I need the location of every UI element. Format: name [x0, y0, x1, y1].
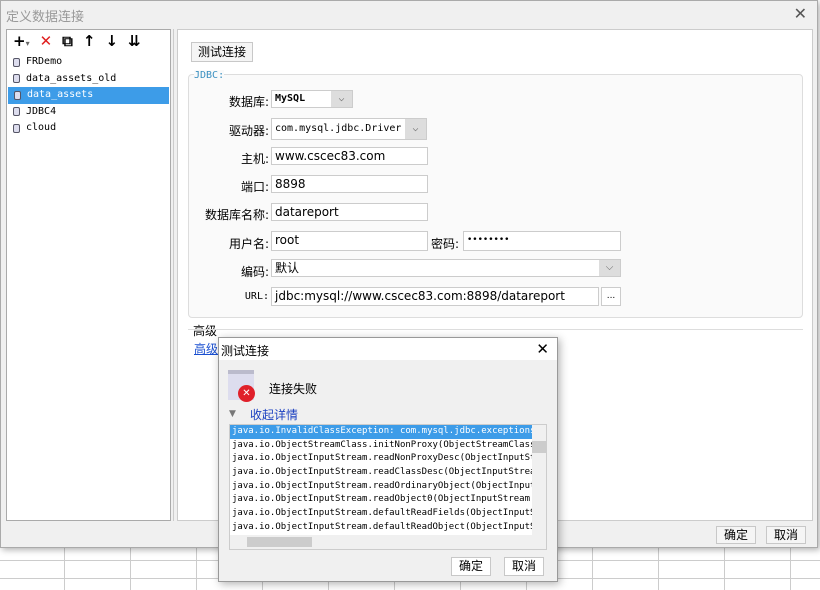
password-input[interactable]: ••••••••: [463, 231, 621, 251]
error-message: 连接失败: [269, 382, 318, 396]
close-icon[interactable]: ✕: [536, 340, 549, 358]
trace-line[interactable]: java.io.ObjectInputStream.defaultReadObj…: [230, 521, 533, 535]
advanced-title: 高级: [193, 324, 218, 338]
chevron-down-icon: ⌵: [405, 119, 426, 139]
add-icon[interactable]: +▾: [13, 32, 30, 50]
chevron-down-icon: ⌵: [599, 260, 620, 276]
list-item[interactable]: cloud: [7, 120, 170, 137]
encoding-select[interactable]: 默认 ⌵: [271, 259, 621, 277]
close-icon[interactable]: ✕: [794, 4, 807, 23]
divider: [188, 329, 803, 330]
sort-icon[interactable]: ⇊: [128, 32, 141, 50]
group-title: JDBC:: [194, 70, 225, 81]
database-icon: [13, 107, 20, 117]
delete-icon[interactable]: ✕: [40, 32, 53, 50]
copy-icon[interactable]: ⧉: [62, 32, 73, 50]
host-label: 主机:: [240, 152, 269, 166]
chevron-down-icon: ⌵: [331, 91, 352, 107]
database-icon: [13, 123, 20, 133]
username-label: 用户名:: [228, 237, 269, 251]
item-label: FRDemo: [26, 56, 63, 67]
encoding-label: 编码:: [240, 265, 269, 279]
trace-line[interactable]: java.io.ObjectStreamClass.initNonProxy(O…: [230, 439, 533, 453]
dialog-ok-button[interactable]: 确定: [451, 557, 491, 576]
trace-line[interactable]: java.io.ObjectInputStream.readOrdinaryOb…: [230, 480, 533, 494]
driver-select[interactable]: com.mysql.jdbc.Driver ⌵: [271, 118, 427, 140]
port-label: 端口:: [240, 180, 269, 194]
database-label: 数据库:: [228, 95, 269, 109]
move-up-icon[interactable]: ↑: [83, 32, 96, 50]
url-input[interactable]: jdbc:mysql://www.cscec83.com:8898/datare…: [271, 287, 599, 306]
connection-list-panel: +▾ ✕ ⧉ ↑ ↓ ⇊ FRDemo data_assets_old data…: [6, 29, 171, 521]
item-label: JDBC4: [26, 105, 57, 117]
vertical-scrollbar[interactable]: [532, 425, 546, 535]
trace-line[interactable]: java.io.ObjectInputStream.readNonProxyDe…: [230, 452, 533, 466]
item-label: cloud: [26, 122, 57, 133]
list-item[interactable]: JDBC4: [7, 104, 170, 121]
window-title: 定义数据连接: [6, 10, 85, 25]
cancel-button[interactable]: 取消: [766, 526, 806, 544]
username-input[interactable]: root: [271, 231, 428, 251]
test-connection-button[interactable]: 测试连接: [191, 42, 253, 62]
list-item[interactable]: data_assets_old: [7, 71, 170, 88]
item-label: data_assets_old: [26, 72, 117, 84]
dbname-label: 数据库名称:: [204, 208, 269, 222]
list-toolbar: +▾ ✕ ⧉ ↑ ↓ ⇊: [7, 30, 170, 52]
dbname-input[interactable]: datareport: [271, 203, 428, 221]
database-icon: [13, 74, 20, 84]
trace-line[interactable]: java.io.ObjectInputStream.readObject0(Ob…: [230, 493, 533, 507]
driver-label: 驱动器:: [228, 124, 269, 138]
url-label: URL:: [244, 291, 269, 302]
trace-line[interactable]: java.io.ObjectInputStream.defaultReadFie…: [230, 507, 533, 521]
database-select[interactable]: MySQL ⌵: [271, 90, 353, 108]
connection-error-icon: ✕: [228, 370, 255, 402]
dialog-titlebar: [219, 338, 557, 360]
database-icon: [14, 90, 21, 100]
ok-button[interactable]: 确定: [716, 526, 756, 544]
horizontal-scrollbar[interactable]: [230, 535, 546, 549]
host-input[interactable]: www.cscec83.com: [271, 147, 428, 165]
jdbc-group: JDBC: 数据库: MySQL ⌵ 驱动器: com.mysql.jdbc.Dr…: [188, 70, 803, 318]
stack-trace-box[interactable]: java.io.InvalidClassException: com.mysql…: [229, 424, 547, 550]
dialog-cancel-button[interactable]: 取消: [504, 557, 544, 576]
list-item[interactable]: data_assets: [8, 87, 169, 104]
dialog-title: 测试连接: [221, 344, 270, 358]
move-down-icon[interactable]: ↓: [105, 32, 118, 50]
database-icon: [13, 57, 20, 67]
collapse-triangle-icon[interactable]: ▼: [229, 409, 236, 419]
port-input[interactable]: 8898: [271, 175, 428, 193]
item-label: data_assets: [27, 89, 94, 100]
url-builder-button[interactable]: ...: [601, 287, 621, 306]
trace-line[interactable]: java.io.ObjectInputStream.readClassDesc(…: [230, 466, 533, 480]
collapse-details-link[interactable]: 收起详情: [250, 406, 298, 423]
list-item[interactable]: FRDemo: [7, 54, 170, 71]
trace-line[interactable]: java.io.InvalidClassException: com.mysql…: [230, 425, 533, 439]
test-connection-dialog: 测试连接 ✕ ✕ 连接失败 ▼ 收起详情 java.io.InvalidClas…: [218, 337, 558, 582]
password-label: 密码:: [430, 237, 459, 251]
